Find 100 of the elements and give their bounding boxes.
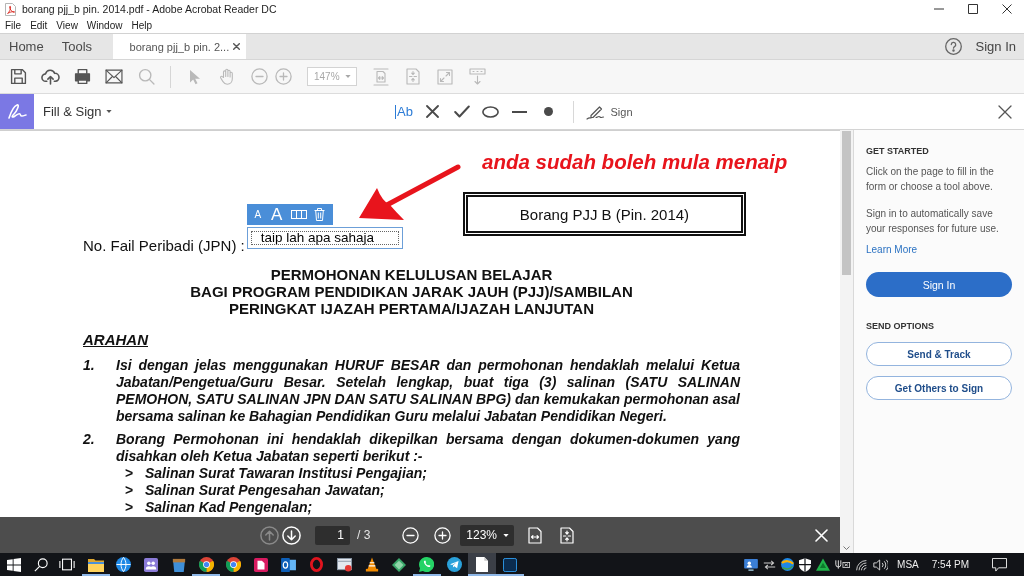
notification-icon[interactable] <box>992 557 1007 572</box>
tab[interactable]: Tools <box>52 34 102 59</box>
mail-tile-icon <box>281 557 297 572</box>
wifi-icon[interactable] <box>855 558 869 571</box>
window-icon <box>336 557 352 572</box>
menu-item[interactable]: Help <box>131 20 152 31</box>
zoom-dropdown[interactable]: 123% <box>460 524 515 546</box>
display-icon[interactable] <box>744 558 759 571</box>
search-icon <box>137 68 155 85</box>
people-tile-icon <box>144 557 158 572</box>
zoom-out-icon <box>401 526 419 544</box>
caret-icon <box>105 110 112 113</box>
tab[interactable]: Home <box>0 34 53 59</box>
shield-icon[interactable] <box>799 557 812 572</box>
page-number-field[interactable]: 1 <box>315 525 350 545</box>
clock-time[interactable]: 7:54 PM <box>931 559 969 570</box>
annotation-text: anda sudah boleh mula menaip <box>482 151 788 173</box>
list-number: 1. <box>83 357 95 375</box>
field-label: No. Fail Peribadi (JPN) : <box>83 237 245 254</box>
app-tile-icon <box>254 557 269 572</box>
globe-icon <box>115 557 131 572</box>
arrow-up-circle-icon <box>259 525 279 545</box>
send-option-button[interactable]: Send & Track <box>866 342 1012 366</box>
dot-icon <box>544 107 554 116</box>
start-icon <box>7 557 21 572</box>
menu-item[interactable]: View <box>56 20 78 31</box>
globe-icon[interactable] <box>781 558 795 571</box>
network-icon[interactable] <box>835 559 851 570</box>
minimize-icon <box>934 8 944 10</box>
caret-icon <box>345 75 351 78</box>
list-item-text: Salinan Surat Tawaran Institusi Pengajian; <box>145 465 427 482</box>
envelope-icon <box>105 69 123 84</box>
list-number: 2. <box>83 431 95 449</box>
zoom-in-icon <box>433 526 451 544</box>
fill-sign-menu[interactable]: Fill & Sign <box>43 104 112 119</box>
paper-plane-icon <box>447 557 462 572</box>
section-title: GET STARTED <box>866 145 929 157</box>
form-heading: PERMOHONAN KELULUSAN BELAJAR <box>269 266 554 283</box>
fit-page-icon <box>406 68 420 85</box>
sign-in-button[interactable]: Sign In <box>975 34 1024 59</box>
trash-icon <box>314 208 326 221</box>
help-icon <box>944 38 962 55</box>
tab[interactable]: borang pjj_b pin. 2... <box>112 34 246 59</box>
scrollbar-thumb[interactable] <box>842 131 851 275</box>
task-view-icon <box>58 558 75 571</box>
form-heading: PERINGKAT IJAZAH PERTAMA/IJAZAH LANJUTAN <box>228 300 595 317</box>
help-text: Sign in to automatically save your responses for future use. <box>866 207 1000 236</box>
fit-page-icon <box>560 526 575 544</box>
expand-icon <box>437 68 453 85</box>
folder-icon <box>87 557 104 572</box>
triangle-icon[interactable] <box>816 558 831 571</box>
help-text: Click on the page to fill in the form or choose a tool above. <box>866 165 995 194</box>
search-icon <box>33 557 48 572</box>
line-icon <box>512 110 528 113</box>
section-heading: ARAHAN <box>83 331 148 348</box>
arrow-down-circle-icon <box>281 525 301 545</box>
close-icon <box>998 104 1012 119</box>
list-item-text: Salinan Kad Pengenalan; <box>145 499 313 516</box>
app-tile-icon <box>502 557 517 572</box>
maximize-icon <box>968 4 978 14</box>
send-option-button[interactable]: Get Others to Sign <box>866 376 1012 400</box>
tray-arrow-icon <box>468 68 486 85</box>
signature-tile-icon[interactable] <box>0 94 34 129</box>
ring-icon <box>310 557 324 572</box>
list-item-text: Salinan Surat Pengesahan Jawatan; <box>145 482 385 499</box>
segmented-circle-icon <box>226 557 242 572</box>
save-icon <box>9 68 27 85</box>
cup-icon <box>171 557 186 572</box>
list-marker: > <box>125 499 134 516</box>
chevron-down-icon[interactable] <box>843 546 850 550</box>
input-language[interactable]: MSA <box>897 559 919 570</box>
sign-in-button[interactable]: Sign In <box>866 272 1012 297</box>
close-tab-icon[interactable] <box>232 43 240 50</box>
list-marker: > <box>125 482 134 499</box>
menu-item[interactable]: Window <box>86 20 123 31</box>
menu-item[interactable]: File <box>5 20 22 31</box>
cursor-arrow-icon <box>189 68 201 85</box>
add-text-button[interactable]: Ab <box>389 97 419 126</box>
text-input-field[interactable]: taip lah apa sahaja <box>246 227 403 249</box>
checkmark-icon <box>454 105 470 118</box>
page-width-icon <box>528 526 543 544</box>
arrows-icon[interactable] <box>763 559 777 570</box>
page-width-icon <box>373 67 389 86</box>
caret-icon <box>503 533 510 537</box>
form-heading: BAGI PROGRAM PENDIDIKAN JARAK JAUH (PJJ)/SAMBILAN <box>189 283 634 300</box>
volume-icon[interactable] <box>873 558 889 571</box>
menu-item[interactable]: Edit <box>30 20 48 31</box>
zoom-in-icon <box>274 68 292 85</box>
sign-button[interactable]: Sign <box>584 97 635 126</box>
ellipse-icon <box>482 105 500 118</box>
taskbar-app-button[interactable] <box>468 553 496 576</box>
list-marker: > <box>125 465 134 482</box>
instruction-text: Isi dengan jelas menggunakan HURUF BESAR dan permohonan hendaklah melalui Ketua Jabatan/Pengetua/Guru Besar. Setelah lengkap, buat tiga (3) salinan (SATU SALINAN PEMOHON, SATU SALINAN JPN DAN SATU SALINAN BPG) dan kemukakan permohonan asal bersama salinan ke Bahagian Pendidikan Guru melalui Jabatan Pendidikan Negeri. <box>116 357 740 425</box>
printer-icon <box>73 68 91 85</box>
cloud-upload-icon <box>40 68 60 85</box>
close-icon <box>814 528 828 542</box>
zoom-out-icon <box>250 68 268 85</box>
learn-more-link[interactable]: Learn More <box>866 243 918 257</box>
traffic-cone-icon <box>364 557 379 572</box>
instruction-text: Borang Permohonan ini hendaklah dikepilkan bersama dengan dokumen-dokumen yang disahkan oleh Ketua Jabatan seperti berikut :- <box>116 431 740 465</box>
